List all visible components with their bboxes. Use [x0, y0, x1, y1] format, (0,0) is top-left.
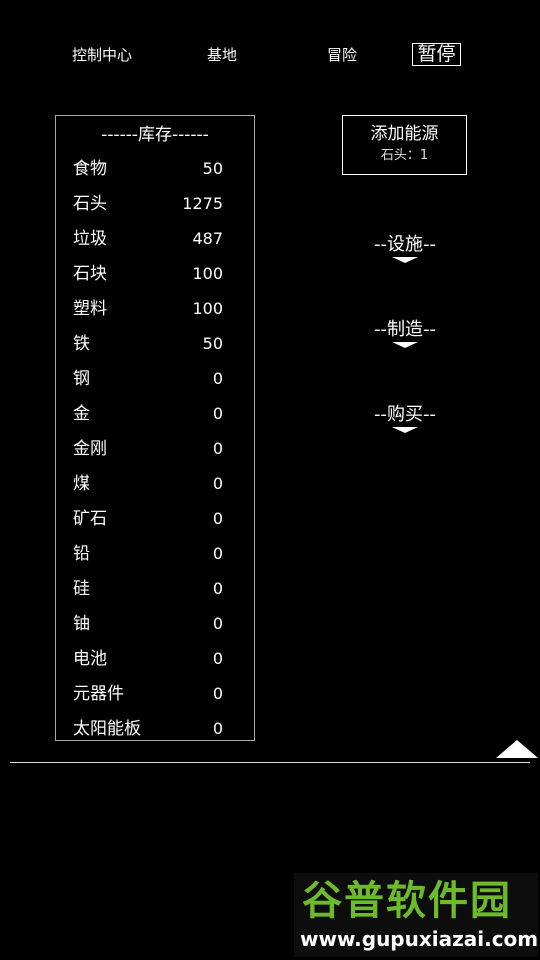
- inventory-item-name: 铅: [73, 544, 90, 564]
- inventory-item-qty: 0: [212, 649, 223, 668]
- chevron-down-icon: [392, 427, 418, 433]
- inventory-row: 元器件 0: [73, 681, 223, 707]
- inventory-row: 食物 50: [73, 156, 223, 182]
- inventory-item-qty: 0: [212, 684, 223, 703]
- pause-button[interactable]: 暂停: [412, 43, 461, 66]
- add-energy-cost: 石头：1: [380, 148, 429, 163]
- inventory-item-name: 钢: [73, 369, 90, 389]
- inventory-item-name: 铀: [73, 614, 90, 634]
- inventory-row: 石块 100: [73, 261, 223, 287]
- watermark-logo: 谷普软件园 www.gupuxiazai.com: [294, 873, 538, 957]
- inventory-item-name: 金刚: [73, 439, 107, 459]
- inventory-item-qty: 0: [212, 719, 223, 738]
- section-craft-title: --制造--: [374, 319, 436, 340]
- inventory-item-name: 石头: [73, 194, 107, 214]
- section-buy-toggle[interactable]: --购买--: [353, 404, 457, 433]
- inventory-item-qty: 0: [212, 439, 223, 458]
- inventory-row: 铁 50: [73, 331, 223, 357]
- section-facility-toggle[interactable]: --设施--: [353, 234, 457, 263]
- inventory-row: 矿石 0: [73, 506, 223, 532]
- section-buy-title: --购买--: [374, 404, 436, 425]
- inventory-row: 硅0: [73, 576, 223, 602]
- inventory-item-qty: 0: [212, 404, 223, 423]
- inventory-row: 金0: [73, 401, 223, 427]
- inventory-item-name: 食物: [73, 159, 107, 179]
- inventory-row: 煤0: [73, 471, 223, 497]
- inventory-item-qty: 100: [192, 264, 223, 283]
- watermark-url: www.gupuxiazai.com: [300, 927, 539, 951]
- inventory-item-name: 太阳能板: [73, 719, 141, 739]
- add-energy-button[interactable]: 添加能源 石头：1: [342, 115, 467, 175]
- inventory-item-qty: 487: [192, 229, 223, 248]
- inventory-row: 铅0: [73, 541, 223, 567]
- tab-base[interactable]: 基地: [207, 44, 237, 66]
- tab-adventure[interactable]: 冒险: [327, 44, 357, 66]
- inventory-item-name: 硅: [73, 579, 90, 599]
- inventory-item-name: 金: [73, 404, 90, 424]
- inventory-item-qty: 0: [212, 579, 223, 598]
- divider: [10, 762, 530, 763]
- inventory-item-qty: 50: [202, 159, 223, 178]
- inventory-item-qty: 0: [212, 509, 223, 528]
- inventory-row: 钢0: [73, 366, 223, 392]
- inventory-item-qty: 1275: [182, 194, 223, 213]
- inventory-item-name: 电池: [73, 649, 107, 669]
- inventory-item-qty: 50: [202, 334, 223, 353]
- inventory-header: ------库存------: [101, 125, 209, 145]
- inventory-item-name: 塑料: [73, 299, 107, 319]
- inventory-item-qty: 0: [212, 544, 223, 563]
- inventory-item-name: 元器件: [73, 684, 124, 704]
- inventory-row: 太阳能板 0: [73, 716, 223, 742]
- chevron-down-icon: [392, 257, 418, 263]
- inventory-item-qty: 100: [192, 299, 223, 318]
- inventory-item-name: 矿石: [73, 509, 107, 529]
- inventory-row: 塑料 100: [73, 296, 223, 322]
- chevron-down-icon: [392, 342, 418, 348]
- inventory-row: 电池 0: [73, 646, 223, 672]
- triangle-up-icon[interactable]: [496, 740, 538, 758]
- inventory-row: 铀0: [73, 611, 223, 637]
- inventory-item-qty: 0: [212, 369, 223, 388]
- inventory-row: 金刚 0: [73, 436, 223, 462]
- tab-control-center[interactable]: 控制中心: [72, 44, 132, 66]
- inventory-item-qty: 0: [212, 474, 223, 493]
- inventory-item-qty: 0: [212, 614, 223, 633]
- section-facility-title: --设施--: [374, 234, 436, 255]
- inventory-row: 垃圾 487: [73, 226, 223, 252]
- section-craft-toggle[interactable]: --制造--: [353, 319, 457, 348]
- inventory-panel[interactable]: ------库存------ 食物 50 石头 1275 垃圾 487 石块 100 塑料 100…: [55, 115, 255, 741]
- inventory-row: 石头 1275: [73, 191, 223, 217]
- inventory-item-name: 铁: [73, 334, 90, 354]
- inventory-item-name: 石块: [73, 264, 107, 284]
- watermark-brand: 谷普软件园: [302, 878, 512, 924]
- inventory-item-name: 垃圾: [73, 229, 107, 249]
- inventory-item-name: 煤: [73, 474, 90, 494]
- add-energy-label: 添加能源: [370, 124, 439, 144]
